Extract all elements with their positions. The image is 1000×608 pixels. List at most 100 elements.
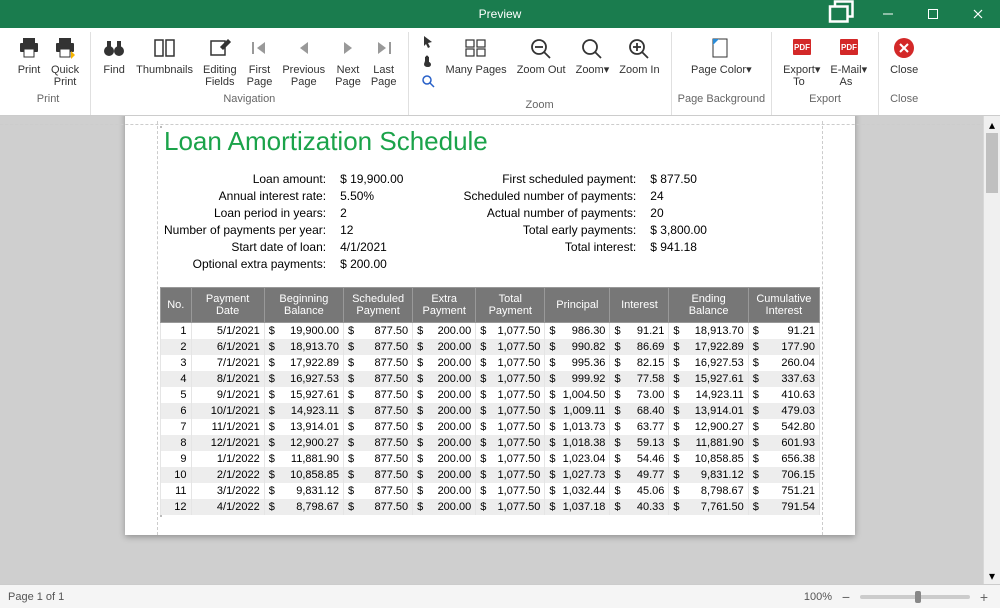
summary-right-column: First scheduled payment:Scheduled number… bbox=[463, 171, 707, 273]
cell-end: $8,798.67 bbox=[669, 483, 748, 499]
cell-no: 3 bbox=[161, 355, 192, 371]
chevron-down-icon: ▾ bbox=[604, 64, 610, 76]
cell-no: 10 bbox=[161, 467, 192, 483]
table-header: Payment Date bbox=[191, 288, 264, 323]
pointer-tool-icon[interactable] bbox=[419, 32, 437, 50]
zoom-out-button[interactable]: Zoom Out bbox=[512, 32, 571, 90]
next-page-button[interactable]: Next Page bbox=[330, 32, 366, 90]
export-to-label: Export To ▾ bbox=[783, 64, 820, 88]
zoom-label: Zoom▾ bbox=[576, 64, 610, 88]
zoom-in-button[interactable]: Zoom In bbox=[614, 32, 664, 90]
quick-print-button[interactable]: Quick Print bbox=[46, 32, 84, 90]
close-window-button[interactable] bbox=[955, 0, 1000, 28]
maximize-button[interactable] bbox=[910, 0, 955, 28]
first-page-button[interactable]: First Page bbox=[242, 32, 278, 90]
cell-beg: $16,927.53 bbox=[264, 371, 343, 387]
summary-line: 12 bbox=[340, 222, 403, 239]
zoom-button[interactable]: Zoom▾ bbox=[571, 32, 615, 90]
cell-sched: $877.50 bbox=[344, 435, 413, 451]
summary-line: Total early payments: bbox=[463, 222, 636, 239]
cell-sched: $877.50 bbox=[344, 467, 413, 483]
restore-down-icon[interactable] bbox=[825, 0, 855, 29]
cell-extra: $200.00 bbox=[413, 387, 476, 403]
summary-line: Start date of loan: bbox=[164, 239, 326, 256]
summary-section: Loan amount:Annual interest rate:Loan pe… bbox=[164, 171, 820, 273]
magnifier-tool-icon[interactable] bbox=[419, 72, 437, 90]
previous-page-button[interactable]: Previous Page bbox=[277, 32, 330, 90]
zoom-plus-button[interactable]: + bbox=[976, 589, 992, 605]
table-header: TotalPayment bbox=[476, 288, 545, 323]
export-to-button[interactable]: PDF Export To ▾ bbox=[778, 32, 825, 90]
zoom-minus-button[interactable]: − bbox=[838, 589, 854, 605]
editing-fields-button[interactable]: Editing Fields bbox=[198, 32, 242, 90]
cell-int: $82.15 bbox=[610, 355, 669, 371]
cell-cum: $260.04 bbox=[748, 355, 819, 371]
amortization-table: No.Payment DateBeginningBalanceScheduled… bbox=[160, 287, 820, 515]
cell-cum: $91.21 bbox=[748, 323, 819, 340]
document-viewport[interactable]: Loan Amortization Schedule Loan amount:A… bbox=[0, 116, 983, 584]
cell-prin: $1,032.44 bbox=[545, 483, 610, 499]
table-row: 6 10/1/2021 $14,923.11 $877.50 $200.00 $… bbox=[161, 403, 820, 419]
cell-extra: $200.00 bbox=[413, 451, 476, 467]
scroll-up-button[interactable]: ▴ bbox=[984, 116, 1000, 133]
cell-no: 1 bbox=[161, 323, 192, 340]
cell-sched: $877.50 bbox=[344, 419, 413, 435]
cell-end: $11,881.90 bbox=[669, 435, 748, 451]
workspace: Loan Amortization Schedule Loan amount:A… bbox=[0, 116, 1000, 584]
table-header: ScheduledPayment bbox=[344, 288, 413, 323]
email-as-button[interactable]: PDF E-Mail As ▾ bbox=[825, 32, 872, 90]
vertical-scrollbar[interactable]: ▴ ▾ bbox=[983, 116, 1000, 584]
summary-line: 20 bbox=[650, 205, 707, 222]
ribbon-group-navigation: Find Thumbnails Editing Fields First Pag… bbox=[91, 32, 408, 115]
cell-int: $73.00 bbox=[610, 387, 669, 403]
page-color-label: Page Color▾ bbox=[691, 64, 752, 88]
svg-text:PDF: PDF bbox=[841, 43, 857, 52]
cell-date: 8/1/2021 bbox=[191, 371, 264, 387]
cell-total: $1,077.50 bbox=[476, 451, 545, 467]
summary-line: 4/1/2021 bbox=[340, 239, 403, 256]
scroll-thumb[interactable] bbox=[986, 133, 998, 193]
hand-tool-icon[interactable] bbox=[419, 52, 437, 70]
cell-int: $86.69 bbox=[610, 339, 669, 355]
cell-total: $1,077.50 bbox=[476, 371, 545, 387]
group-label-export: Export bbox=[809, 90, 841, 107]
zoom-slider-thumb[interactable] bbox=[915, 591, 921, 603]
zoom-out-icon bbox=[529, 34, 553, 62]
summary-line: Loan amount: bbox=[164, 171, 326, 188]
cell-date: 4/1/2022 bbox=[191, 499, 264, 515]
close-preview-button[interactable]: Close bbox=[885, 32, 923, 90]
cell-beg: $13,914.01 bbox=[264, 419, 343, 435]
cell-prin: $1,023.04 bbox=[545, 451, 610, 467]
cell-total: $1,077.50 bbox=[476, 403, 545, 419]
cell-int: $77.58 bbox=[610, 371, 669, 387]
cell-no: 5 bbox=[161, 387, 192, 403]
zoom-slider[interactable] bbox=[860, 595, 970, 599]
scroll-down-button[interactable]: ▾ bbox=[984, 567, 1000, 584]
summary-line: $ 19,900.00 bbox=[340, 171, 403, 188]
thumbnails-button[interactable]: Thumbnails bbox=[131, 32, 198, 90]
cell-prin: $1,027.73 bbox=[545, 467, 610, 483]
last-page-button[interactable]: Last Page bbox=[366, 32, 402, 90]
many-pages-button[interactable]: Many Pages bbox=[441, 32, 512, 90]
ribbon-group-print: Print Quick Print Print bbox=[6, 32, 91, 115]
minimize-button[interactable] bbox=[865, 0, 910, 28]
cell-no: 11 bbox=[161, 483, 192, 499]
cell-int: $45.06 bbox=[610, 483, 669, 499]
cell-sched: $877.50 bbox=[344, 451, 413, 467]
cell-beg: $17,922.89 bbox=[264, 355, 343, 371]
many-pages-icon bbox=[464, 34, 488, 62]
group-label-navigation: Navigation bbox=[223, 90, 275, 107]
cell-date: 6/1/2021 bbox=[191, 339, 264, 355]
table-row: 7 11/1/2021 $13,914.01 $877.50 $200.00 $… bbox=[161, 419, 820, 435]
find-button[interactable]: Find bbox=[97, 32, 131, 90]
cell-sched: $877.50 bbox=[344, 323, 413, 340]
ribbon-group-page-background: Page Color▾ Page Background bbox=[672, 32, 772, 115]
cell-end: $17,922.89 bbox=[669, 339, 748, 355]
print-button[interactable]: Print bbox=[12, 32, 46, 90]
page-color-button[interactable]: Page Color▾ bbox=[680, 32, 762, 90]
print-icon bbox=[17, 34, 41, 62]
table-header: CumulativeInterest bbox=[748, 288, 819, 323]
cell-date: 5/1/2021 bbox=[191, 323, 264, 340]
cell-total: $1,077.50 bbox=[476, 435, 545, 451]
summary-line: Optional extra payments: bbox=[164, 256, 326, 273]
